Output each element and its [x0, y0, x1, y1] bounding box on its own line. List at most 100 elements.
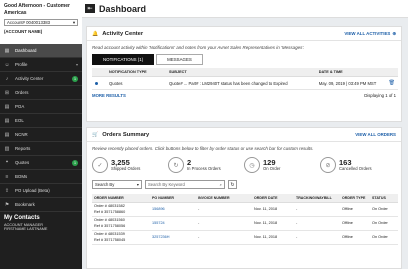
- notification-subject[interactable]: Quote# ... Part# : LM2940T status has be…: [165, 76, 316, 90]
- page-title: Dashboard: [99, 3, 147, 14]
- unread-dot-icon: [95, 81, 98, 85]
- column-header[interactable]: STATUS: [370, 194, 398, 203]
- stat-value: 163: [339, 157, 352, 167]
- stat-label: On Order: [263, 166, 281, 172]
- order-ref: Ref # 3571758860: [94, 209, 126, 214]
- count-badge: 1: [72, 75, 78, 82]
- orders-summary-card: 🛒 Orders Summary VIEW ALL ORDERS Review …: [86, 127, 402, 269]
- column-header[interactable]: ORDER NUMBER: [92, 194, 150, 203]
- quote-icon: ❝: [5, 159, 9, 166]
- delete-cell: 🗑: [385, 76, 398, 90]
- column-header: [92, 68, 106, 77]
- trash-icon[interactable]: 🗑: [389, 80, 395, 86]
- column-header[interactable]: ORDER TYPE: [340, 194, 370, 203]
- table-row[interactable]: Order # 48031560 Ref # 3571758056 155724 - N…: [92, 216, 398, 231]
- search-icon[interactable]: ⌕: [220, 182, 222, 187]
- orders-header-row: ORDER NUMBER PO NUMBER INVOICE NUMBER ORDER…: [92, 194, 398, 203]
- order-stat-on-order[interactable]: ◷ 129 On Order: [244, 156, 320, 174]
- stat-label: Cancelled Orders: [339, 166, 372, 172]
- sidebar-item-eol[interactable]: ▤ EOL: [0, 114, 82, 128]
- sidebar-item-boms[interactable]: ≡ BOMs: [0, 170, 82, 184]
- sidebar-item-reports[interactable]: ▥ Reports: [0, 142, 82, 156]
- sidebar-item-ncnr[interactable]: ▤ NCNR: [0, 128, 82, 142]
- cell-order: Order # 48031582 Ref # 3571758860: [92, 202, 150, 217]
- notifications-table: NOTIFICATION TYPE SUBJECT DATE & TIME Quot…: [92, 68, 398, 90]
- tab-notifications[interactable]: NOTIFICATIONS (1): [92, 54, 155, 65]
- sidebar-item-label: Reports: [15, 146, 31, 151]
- cell-value[interactable]: 155724: [152, 221, 165, 225]
- cell-po[interactable]: 3257236H: [150, 230, 196, 245]
- cell-value[interactable]: 3257236H: [152, 235, 170, 239]
- sidebar-item-profile[interactable]: ☺ Profile ▾: [0, 58, 82, 72]
- cell-invoice: -: [196, 202, 252, 217]
- sidebar-item-orders[interactable]: ⊞ Orders: [0, 86, 82, 100]
- notification-type: Quotes: [105, 76, 166, 90]
- column-header[interactable]: ORDER DATE: [252, 194, 294, 203]
- view-all-activities-link[interactable]: VIEW ALL ACTIVITIES ⊕: [344, 31, 396, 37]
- notification-date: May. 09, 2019 | 03:49 PM MST: [315, 76, 386, 90]
- more-results-link[interactable]: MORE RESULTS: [92, 93, 126, 98]
- cancel-icon: ⊘: [320, 157, 336, 173]
- column-header[interactable]: INVOICE NUMBER: [196, 194, 252, 203]
- sidebar-item-poa[interactable]: ▤ POA: [0, 100, 82, 114]
- column-header: SUBJECT: [165, 68, 316, 77]
- order-stat-shipped-orders[interactable]: ✓ 3,255 Shipped Orders: [92, 156, 168, 174]
- sidebar-item-dashboard[interactable]: ▦ Dashboard: [0, 44, 82, 58]
- search-by-select[interactable]: Search By ▾: [92, 180, 142, 189]
- view-all-orders-link[interactable]: VIEW ALL ORDERS: [355, 132, 396, 137]
- stat-value: 2: [187, 157, 192, 167]
- orders-filters: Search By ▾ Search By Keyword ⌕ ↻: [87, 177, 401, 192]
- sidebar-item-label: Bookmark: [15, 202, 35, 207]
- search-input[interactable]: Search By Keyword ⌕: [145, 180, 225, 189]
- refresh-button[interactable]: ↻: [228, 180, 237, 189]
- notifications-footer: MORE RESULTS Displaying 1 of 1: [87, 90, 401, 101]
- chevron-down-icon: ▾: [72, 19, 75, 25]
- cell-tracking: -: [294, 202, 340, 217]
- activity-tabs: NOTIFICATIONS (1) MESSAGES: [87, 52, 401, 65]
- stat-label: In Process Orders: [187, 166, 221, 172]
- order-stats: ✓ 3,255 Shipped Orders ↻ 2 In Process Orders ◷…: [87, 153, 401, 177]
- cell-value: Nov. 11, 2018: [254, 234, 278, 239]
- sidebar-item-label: EOL: [15, 118, 24, 123]
- cell-value: On Order: [372, 220, 388, 225]
- stat-text: 129 On Order: [263, 159, 280, 172]
- notification-row[interactable]: Quotes Quote# ... Part# : LM2940T status …: [92, 76, 398, 90]
- sidebar-item-activity-center[interactable]: ♪ Activity Center 1: [0, 72, 82, 86]
- view-all-activities-label: VIEW ALL ACTIVITIES: [344, 31, 391, 36]
- document-icon: ▤: [4, 131, 10, 138]
- tab-messages[interactable]: MESSAGES: [156, 54, 203, 65]
- search-by-value: Search By: [95, 182, 115, 187]
- column-header: DATE & TIME: [315, 68, 386, 77]
- sidebar-item-label: PO Upload (Beta): [15, 188, 50, 193]
- cell-po[interactable]: 156896: [150, 202, 196, 217]
- account-panel: Good Afternoon - Customer Americas Accou…: [0, 0, 82, 44]
- bell-icon: 🔔: [92, 30, 99, 37]
- order-stat-cancelled-orders[interactable]: ⊘ 163 Cancelled Orders: [320, 156, 396, 174]
- cell-value: -: [198, 220, 200, 225]
- table-row[interactable]: Order # 48031539 Ref # 3571758045 3257236H…: [92, 230, 398, 245]
- sidebar-item-po-upload-beta[interactable]: ⇪ PO Upload (Beta): [0, 184, 82, 198]
- table-row[interactable]: Order # 48031582 Ref # 3571758860 156896 - N…: [92, 202, 398, 217]
- cell-value: Offline: [342, 234, 353, 239]
- column-header[interactable]: TRACKING/WAYBILL: [294, 194, 340, 203]
- cell-value: Nov. 11, 2018: [254, 206, 278, 211]
- cell-po[interactable]: 155724: [150, 216, 196, 231]
- cell-status: On Order: [370, 230, 398, 245]
- column-header[interactable]: PO NUMBER: [150, 194, 196, 203]
- cell-value: Offline: [342, 206, 353, 211]
- contact-name[interactable]: FIRSTNAME LASTNAME: [4, 227, 78, 231]
- cell-date: Nov. 11, 2018: [252, 216, 294, 231]
- menu-toggle-icon[interactable]: ⇤: [85, 4, 95, 13]
- sidebar-item-quotes[interactable]: ❝ Quotes 1: [0, 156, 82, 170]
- orders-table: ORDER NUMBER PO NUMBER INVOICE NUMBER ORDER…: [92, 194, 398, 245]
- activity-card-header: 🔔 Activity Center VIEW ALL ACTIVITIES ⊕: [87, 27, 401, 41]
- sidebar-item-label: BOMs: [15, 174, 28, 179]
- cell-value: On Order: [372, 206, 388, 211]
- order-stat-in-process-orders[interactable]: ↻ 2 In Process Orders: [168, 156, 244, 174]
- cell-value[interactable]: 156896: [152, 207, 165, 211]
- cell-value: On Order: [372, 234, 388, 239]
- sidebar-item-bookmark[interactable]: ⚑ Bookmark: [0, 198, 82, 212]
- sidebar: Good Afternoon - Customer Americas Accou…: [0, 0, 82, 269]
- account-select[interactable]: Account# 0040013383 ▾: [4, 19, 78, 26]
- stat-text: 163 Cancelled Orders: [339, 159, 372, 172]
